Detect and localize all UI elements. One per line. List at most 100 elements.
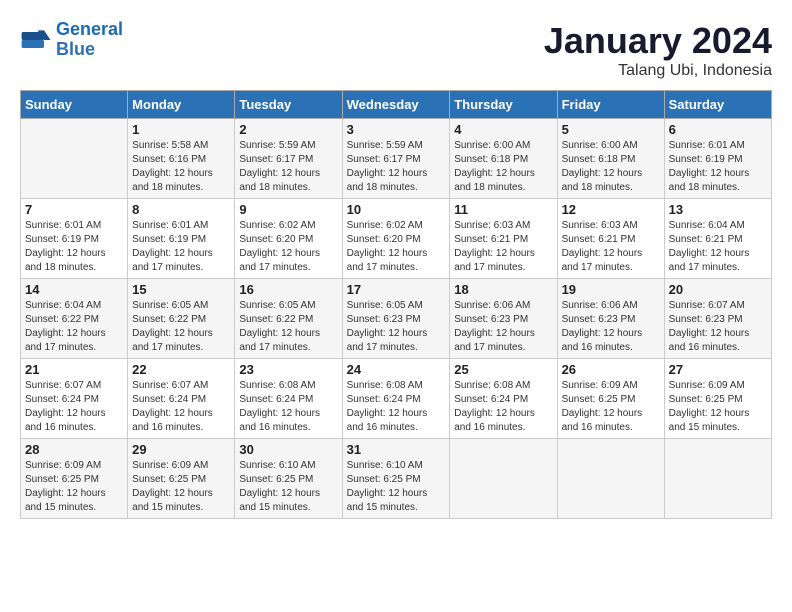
calendar-cell: 6 Sunrise: 6:01 AM Sunset: 6:19 PM Daylig…: [664, 119, 771, 199]
day-info: Sunrise: 6:10 AM Sunset: 6:25 PM Dayligh…: [347, 459, 446, 515]
day-info: Sunrise: 5:58 AM Sunset: 6:16 PM Dayligh…: [132, 139, 230, 195]
calendar-cell: 29 Sunrise: 6:09 AM Sunset: 6:25 PM Dayli…: [128, 439, 235, 519]
logo: General Blue: [20, 20, 123, 60]
weekday-header-monday: Monday: [128, 91, 235, 119]
day-number: 25: [454, 362, 552, 377]
day-number: 8: [132, 202, 230, 217]
calendar-cell: 23Sunrise: 6:08 AM Sunset: 6:24 PM Dayli…: [235, 359, 342, 439]
day-info: Sunrise: 6:04 AM Sunset: 6:22 PM Dayligh…: [25, 299, 123, 355]
day-info: Sunrise: 6:08 AM Sunset: 6:24 PM Dayligh…: [347, 379, 446, 435]
day-info: Sunrise: 6:07 AM Sunset: 6:24 PM Dayligh…: [25, 379, 123, 435]
logo-icon: [20, 24, 52, 56]
day-info: Sunrise: 6:00 AM Sunset: 6:18 PM Dayligh…: [562, 139, 660, 195]
day-info: Sunrise: 6:01 AM Sunset: 6:19 PM Dayligh…: [669, 139, 767, 195]
month-title: January 2024: [544, 20, 772, 62]
day-number: 16: [239, 282, 337, 297]
calendar-cell: 7 Sunrise: 6:01 AM Sunset: 6:19 PM Daylig…: [21, 199, 128, 279]
day-info: Sunrise: 6:10 AM Sunset: 6:25 PM Dayligh…: [239, 459, 337, 515]
calendar-cell: 19 Sunrise: 6:06 AM Sunset: 6:23 PM Dayli…: [557, 279, 664, 359]
calendar-week-row: 28 Sunrise: 6:09 AM Sunset: 6:25 PM Dayli…: [21, 439, 772, 519]
day-number: 17: [347, 282, 446, 297]
day-number: 29: [132, 442, 230, 457]
calendar-table: SundayMondayTuesdayWednesdayThursdayFrid…: [20, 90, 772, 519]
day-number: 14: [25, 282, 123, 297]
calendar-cell: 9 Sunrise: 6:02 AM Sunset: 6:20 PM Daylig…: [235, 199, 342, 279]
weekday-header-thursday: Thursday: [450, 91, 557, 119]
calendar-cell: 28 Sunrise: 6:09 AM Sunset: 6:25 PM Dayli…: [21, 439, 128, 519]
day-info: Sunrise: 6:08 AM Sunset: 6:24 PM Dayligh…: [239, 379, 337, 435]
calendar-cell: 24 Sunrise: 6:08 AM Sunset: 6:24 PM Dayli…: [342, 359, 450, 439]
logo-line1: General: [56, 19, 123, 39]
day-info: Sunrise: 6:07 AM Sunset: 6:24 PM Dayligh…: [132, 379, 230, 435]
calendar-cell: 17Sunrise: 6:05 AM Sunset: 6:23 PM Dayli…: [342, 279, 450, 359]
calendar-cell: 2Sunrise: 5:59 AM Sunset: 6:17 PM Daylig…: [235, 119, 342, 199]
calendar-cell: [21, 119, 128, 199]
day-info: Sunrise: 6:09 AM Sunset: 6:25 PM Dayligh…: [562, 379, 660, 435]
calendar-cell: 3 Sunrise: 5:59 AM Sunset: 6:17 PM Daylig…: [342, 119, 450, 199]
day-number: 1: [132, 122, 230, 137]
location-subtitle: Talang Ubi, Indonesia: [544, 62, 772, 80]
calendar-cell: 11 Sunrise: 6:03 AM Sunset: 6:21 PM Dayli…: [450, 199, 557, 279]
day-info: Sunrise: 6:01 AM Sunset: 6:19 PM Dayligh…: [25, 219, 123, 275]
day-number: 27: [669, 362, 767, 377]
calendar-cell: [664, 439, 771, 519]
day-number: 3: [347, 122, 446, 137]
day-number: 12: [562, 202, 660, 217]
calendar-week-row: 7 Sunrise: 6:01 AM Sunset: 6:19 PM Daylig…: [21, 199, 772, 279]
calendar-cell: 8 Sunrise: 6:01 AM Sunset: 6:19 PM Daylig…: [128, 199, 235, 279]
calendar-cell: 30 Sunrise: 6:10 AM Sunset: 6:25 PM Dayli…: [235, 439, 342, 519]
day-info: Sunrise: 6:03 AM Sunset: 6:21 PM Dayligh…: [454, 219, 552, 275]
day-info: Sunrise: 6:01 AM Sunset: 6:19 PM Dayligh…: [132, 219, 230, 275]
day-number: 24: [347, 362, 446, 377]
weekday-header-row: SundayMondayTuesdayWednesdayThursdayFrid…: [21, 91, 772, 119]
day-number: 4: [454, 122, 552, 137]
day-info: Sunrise: 6:09 AM Sunset: 6:25 PM Dayligh…: [25, 459, 123, 515]
calendar-week-row: 1 Sunrise: 5:58 AM Sunset: 6:16 PM Daylig…: [21, 119, 772, 199]
calendar-cell: 27Sunrise: 6:09 AM Sunset: 6:25 PM Dayli…: [664, 359, 771, 439]
calendar-cell: 14 Sunrise: 6:04 AM Sunset: 6:22 PM Dayli…: [21, 279, 128, 359]
calendar-cell: 20 Sunrise: 6:07 AM Sunset: 6:23 PM Dayli…: [664, 279, 771, 359]
page-header: General Blue January 2024 Talang Ubi, In…: [20, 20, 772, 80]
day-number: 9: [239, 202, 337, 217]
day-number: 21: [25, 362, 123, 377]
day-info: Sunrise: 6:02 AM Sunset: 6:20 PM Dayligh…: [347, 219, 446, 275]
day-number: 11: [454, 202, 552, 217]
day-info: Sunrise: 6:09 AM Sunset: 6:25 PM Dayligh…: [132, 459, 230, 515]
day-number: 6: [669, 122, 767, 137]
day-number: 22: [132, 362, 230, 377]
day-number: 5: [562, 122, 660, 137]
day-number: 13: [669, 202, 767, 217]
calendar-cell: 25Sunrise: 6:08 AM Sunset: 6:24 PM Dayli…: [450, 359, 557, 439]
calendar-cell: 15 Sunrise: 6:05 AM Sunset: 6:22 PM Dayli…: [128, 279, 235, 359]
day-number: 20: [669, 282, 767, 297]
day-info: Sunrise: 6:07 AM Sunset: 6:23 PM Dayligh…: [669, 299, 767, 355]
day-info: Sunrise: 6:04 AM Sunset: 6:21 PM Dayligh…: [669, 219, 767, 275]
day-info: Sunrise: 5:59 AM Sunset: 6:17 PM Dayligh…: [239, 139, 337, 195]
weekday-header-sunday: Sunday: [21, 91, 128, 119]
calendar-cell: 5 Sunrise: 6:00 AM Sunset: 6:18 PM Daylig…: [557, 119, 664, 199]
day-number: 7: [25, 202, 123, 217]
calendar-cell: 12Sunrise: 6:03 AM Sunset: 6:21 PM Dayli…: [557, 199, 664, 279]
calendar-cell: 10 Sunrise: 6:02 AM Sunset: 6:20 PM Dayli…: [342, 199, 450, 279]
day-number: 26: [562, 362, 660, 377]
day-info: Sunrise: 6:06 AM Sunset: 6:23 PM Dayligh…: [454, 299, 552, 355]
day-number: 10: [347, 202, 446, 217]
day-info: Sunrise: 6:02 AM Sunset: 6:20 PM Dayligh…: [239, 219, 337, 275]
weekday-header-wednesday: Wednesday: [342, 91, 450, 119]
weekday-header-friday: Friday: [557, 91, 664, 119]
day-info: Sunrise: 5:59 AM Sunset: 6:17 PM Dayligh…: [347, 139, 446, 195]
day-info: Sunrise: 6:00 AM Sunset: 6:18 PM Dayligh…: [454, 139, 552, 195]
weekday-header-tuesday: Tuesday: [235, 91, 342, 119]
day-number: 19: [562, 282, 660, 297]
logo-line2: Blue: [56, 39, 95, 59]
day-number: 30: [239, 442, 337, 457]
calendar-cell: 26 Sunrise: 6:09 AM Sunset: 6:25 PM Dayli…: [557, 359, 664, 439]
calendar-cell: [450, 439, 557, 519]
day-info: Sunrise: 6:05 AM Sunset: 6:22 PM Dayligh…: [132, 299, 230, 355]
day-number: 15: [132, 282, 230, 297]
calendar-cell: 31 Sunrise: 6:10 AM Sunset: 6:25 PM Dayli…: [342, 439, 450, 519]
calendar-cell: 16Sunrise: 6:05 AM Sunset: 6:22 PM Dayli…: [235, 279, 342, 359]
day-number: 31: [347, 442, 446, 457]
day-number: 28: [25, 442, 123, 457]
day-info: Sunrise: 6:06 AM Sunset: 6:23 PM Dayligh…: [562, 299, 660, 355]
